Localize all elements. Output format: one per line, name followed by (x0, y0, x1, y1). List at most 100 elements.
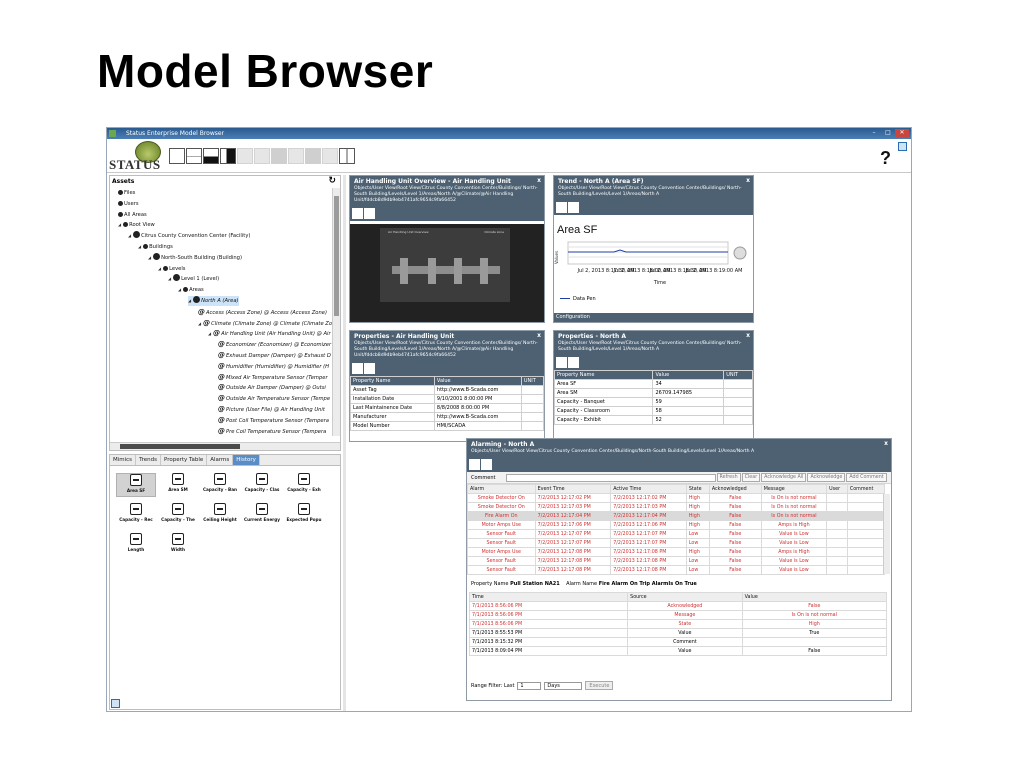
table-row[interactable]: 7/1/2013 8:15:32 PM Comment (468, 637, 888, 647)
table-row[interactable]: Model Number HMI/SCADA (350, 421, 544, 431)
column-header[interactable]: Value (741, 592, 888, 602)
table-row[interactable]: Installation Date 9/10/2001 8:00:00 PM (350, 394, 544, 404)
table-row[interactable]: Smoke Detector On 7/2/2013 12:17:03 PM 7/2… (467, 502, 886, 512)
tab-property-table[interactable]: Property Table (161, 455, 208, 465)
tree-node[interactable]: ◢ Level 1 (Level) (168, 274, 219, 284)
maximize-button[interactable]: □ (881, 129, 895, 137)
layout-icon[interactable] (364, 363, 375, 374)
tree-vertical-scrollbar[interactable] (332, 188, 340, 436)
expand-arrow-icon[interactable]: ◢ (128, 233, 131, 238)
history-property-item[interactable]: Capacity - Exh (284, 473, 324, 497)
column-header[interactable]: Property Name (554, 370, 654, 380)
refresh-button[interactable]: Refresh (716, 473, 741, 482)
layout-icon[interactable] (364, 208, 375, 219)
tree-node[interactable]: @Pre Coil Temperature Sensor (Tempera (218, 426, 326, 436)
table-row[interactable]: Last Maintainence Date 8/8/2008 8:00:00 P… (350, 403, 544, 413)
tree-node[interactable]: @Outside Air Temperature Sensor (Tempe (218, 393, 330, 403)
tab-mimics[interactable]: Mimics (110, 455, 137, 465)
layout-single-icon[interactable] (169, 148, 185, 164)
table-row[interactable]: Asset Tag http://www.B-Scada.com (350, 385, 544, 395)
column-header[interactable]: Value (652, 370, 725, 380)
expand-icon[interactable] (469, 459, 480, 470)
gauge-icon[interactable] (733, 246, 747, 260)
tree-node[interactable]: ◢ @Climate (Climate Zone) @ Climate (Clim… (198, 318, 332, 328)
column-header[interactable]: Acknowledged (708, 484, 762, 494)
table-row[interactable]: Area SM 26709.147985 (554, 388, 753, 398)
layout-grid-icon[interactable] (271, 148, 287, 164)
tab-trends[interactable]: Trends (136, 455, 161, 465)
close-icon[interactable]: x (746, 177, 750, 184)
column-header[interactable]: Source (627, 592, 743, 602)
history-property-item[interactable]: Current Energy (242, 503, 282, 527)
tree-node[interactable]: ◢ @Air Handling Unit (Air Handling Unit) … (208, 328, 331, 338)
clear-button[interactable]: Clear (741, 473, 761, 482)
column-header[interactable]: Message (760, 484, 828, 494)
table-row[interactable]: 7/1/2013 8:55:53 PM Value True (468, 628, 888, 638)
add-comment-button[interactable]: Add Comment (846, 473, 887, 482)
expand-arrow-icon[interactable]: ◢ (208, 331, 211, 336)
table-row[interactable]: 7/1/2013 8:56:06 PM Acknowledged False (468, 601, 888, 611)
table-row[interactable]: Sensor Fault 7/2/2013 12:17:08 PM 7/2/2013… (467, 565, 886, 575)
expand-icon[interactable] (556, 357, 567, 368)
table-row[interactable]: Capacity - Exhibit 52 (554, 415, 753, 425)
acknowledge-button[interactable]: Acknowledge (807, 473, 846, 482)
tree-node[interactable]: ◢ Areas (178, 285, 204, 295)
tree-node[interactable]: ◢ Citrus County Convention Center (Facili… (128, 231, 250, 241)
history-property-item[interactable]: Length (116, 533, 156, 557)
table-row[interactable]: Sensor Fault 7/2/2013 12:17:07 PM 7/2/2013… (467, 529, 886, 539)
resize-corner-icon[interactable] (111, 699, 120, 708)
acknowledge-all-button[interactable]: Acknowledge All (761, 473, 807, 482)
history-property-item[interactable]: Ceiling Height (200, 503, 240, 527)
history-property-item[interactable]: Capacity - Ban (200, 473, 240, 497)
table-row[interactable]: Capacity - Classroom 58 (554, 406, 753, 416)
tree-node[interactable]: Users (118, 199, 139, 209)
layout-grid-icon[interactable] (288, 148, 304, 164)
column-header[interactable]: Alarm (467, 484, 536, 494)
tree-node[interactable]: @Access (Access Zone) @ Access (Access Z… (198, 307, 327, 317)
layout-grid-icon[interactable] (237, 148, 253, 164)
tree-node[interactable]: ◢ North A (Area) (188, 296, 239, 306)
close-icon[interactable]: x (537, 332, 541, 339)
table-row[interactable]: Sensor Fault 7/2/2013 12:17:08 PM 7/2/2013… (467, 556, 886, 566)
close-button[interactable]: ✕ (895, 129, 909, 137)
tree-node[interactable]: ◢ Buildings (138, 242, 173, 252)
expand-arrow-icon[interactable]: ◢ (138, 244, 141, 249)
close-icon[interactable]: x (746, 332, 750, 339)
column-header[interactable]: Comment (846, 484, 886, 494)
table-row[interactable]: 7/1/2013 8:56:06 PM Message Is On is not n… (468, 610, 888, 620)
tree-node[interactable]: @Exhaust Damper (Damper) @ Exhaust D (218, 350, 331, 360)
layout-wide-icon[interactable] (203, 148, 219, 164)
column-header[interactable]: State (685, 484, 710, 494)
tree-node[interactable]: Files (118, 188, 135, 198)
table-row[interactable]: Area SF 34 (554, 379, 753, 389)
history-property-item[interactable]: Width (158, 533, 198, 557)
table-row[interactable]: Motor Amps Use 7/2/2013 12:17:06 PM 7/2/20… (467, 520, 886, 530)
layout-icon[interactable] (481, 459, 492, 470)
table-row[interactable]: Capacity - Banquet 59 (554, 397, 753, 407)
history-property-item[interactable]: Capacity - Clas (242, 473, 282, 497)
tab-history[interactable]: History (233, 455, 260, 465)
alarm-scrollbar[interactable] (883, 494, 890, 574)
table-row[interactable]: 7/1/2013 8:56:06 PM State High (468, 619, 888, 629)
splitter[interactable] (343, 175, 346, 711)
expand-icon[interactable] (898, 142, 907, 151)
tree-node[interactable]: ◢ Root View (118, 220, 155, 230)
column-header[interactable]: Property Name (350, 376, 435, 386)
range-unit-select[interactable]: Days (544, 681, 583, 690)
column-header[interactable]: User (826, 484, 848, 494)
table-row[interactable]: Manufacturer http://www.B-Scada.com (350, 412, 544, 422)
tree-node[interactable]: @Humidifier (Humidifier) @ Humidifier (H (218, 361, 329, 371)
tree-node[interactable]: @Picture (User File) @ Air Handling Unit (218, 404, 325, 414)
table-row[interactable]: Sensor Fault 7/2/2013 12:17:07 PM 7/2/2013… (467, 538, 886, 548)
layout-grid-icon[interactable] (254, 148, 270, 164)
table-row[interactable]: 7/1/2013 8:09:04 PM Value False (468, 646, 888, 656)
expand-arrow-icon[interactable]: ◢ (188, 298, 191, 303)
close-icon[interactable]: x (884, 440, 888, 447)
execute-button[interactable]: Execute (585, 681, 614, 690)
layout-grid-icon[interactable] (305, 148, 321, 164)
column-header[interactable]: Event Time (534, 484, 612, 494)
expand-arrow-icon[interactable]: ◢ (178, 287, 181, 292)
tree-node[interactable]: @Outside Air Damper (Damper) @ Outsi (218, 382, 326, 392)
range-value-input[interactable]: 1 (517, 681, 542, 690)
history-property-item[interactable]: Capacity - The (158, 503, 198, 527)
